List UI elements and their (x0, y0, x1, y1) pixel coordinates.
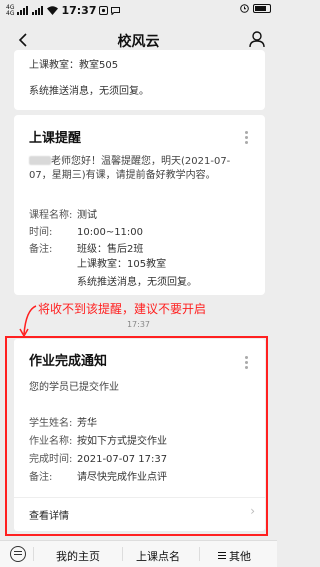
row-value: 2021-07-07 17:37 (77, 454, 168, 465)
menu-separator (33, 547, 34, 561)
reminder-text: 老师您好！温馨提醒您，明天(2021-07-07，星期三)有课，请提前备好教学内… (29, 156, 231, 181)
row-key: 时间: (29, 227, 53, 238)
message-timestamp: 17:37 (126, 320, 151, 329)
class-reminder-card[interactable]: 上课提醒 老师您好！温馨提醒您，明天(2021-07-07，星期三)有课，请提前… (14, 115, 265, 295)
classroom-row: 上课教室：105教室 (29, 255, 166, 270)
chevron-right-icon: › (250, 504, 255, 518)
bottom-menu-bar: 我的主页 上课点名 其他 (0, 540, 277, 567)
status-left: 4G 4G 17:37 (6, 4, 121, 17)
annotation-text: 将收不到该提醒，建议不要开启 (38, 302, 207, 316)
status-bar: 4G 4G 17:37 (0, 0, 277, 22)
status-time: 17:37 (61, 4, 97, 17)
menu-separator (199, 547, 200, 561)
system-note-row: 系统推送消息，无须回复。 (29, 273, 197, 288)
card-title: 上课提醒 (29, 131, 82, 146)
reminder-description: 老师您好！温馨提醒您，明天(2021-07-07，星期三)有课，请提前备好教学内… (29, 155, 251, 183)
menu-list-icon (218, 552, 226, 560)
row-key: 作业名称: (29, 436, 73, 447)
homework-name-row: 作业名称: 按如下方式提交作业 (29, 432, 167, 447)
app-notification-icon (99, 6, 109, 15)
alarm-icon (240, 4, 249, 13)
row-value: 10:00~11:00 (77, 227, 144, 238)
row-value: 测试 (77, 210, 97, 221)
battery-icon (253, 4, 271, 13)
student-name-row: 学生姓名: 芳华 (29, 414, 97, 429)
row-key: 备注: (29, 472, 53, 483)
signal-group: 4G 4G (6, 4, 15, 17)
signal-bars-2-icon (32, 6, 44, 15)
previous-message-card: 上课教室：教室505 系统推送消息，无须回复。 (14, 50, 265, 110)
menu-separator (122, 547, 123, 561)
row-value: 请尽快完成作业点评 (77, 472, 167, 483)
system-note-row: 系统推送消息，无须回复。 (29, 82, 149, 97)
row-value: 系统推送消息，无须回复。 (77, 277, 197, 288)
row-value: 上课教室：教室505 (29, 60, 119, 71)
status-right (240, 4, 271, 13)
row-key: 课程名称: (29, 210, 73, 221)
row-value: 班级：售后2班 (77, 244, 144, 255)
remark-row: 备注: 班级：售后2班 (29, 240, 143, 255)
menu-label: 上课点名 (136, 550, 180, 563)
wifi-icon (47, 6, 59, 15)
keyboard-icon[interactable] (10, 546, 26, 562)
row-value: 系统推送消息，无须回复。 (29, 86, 149, 97)
row-value: 按如下方式提交作业 (77, 436, 167, 447)
menu-other[interactable]: 其他 (218, 548, 251, 564)
row-key: 备注: (29, 244, 53, 255)
menu-my-homepage[interactable]: 我的主页 (56, 548, 100, 564)
course-name-row: 课程名称: 测试 (29, 206, 97, 221)
completion-time-row: 完成时间: 2021-07-07 17:37 (29, 450, 167, 465)
signal-bars-icon (17, 6, 29, 15)
card-divider (14, 497, 265, 498)
menu-class-roll-call[interactable]: 上课点名 (136, 548, 180, 564)
row-key: 完成时间: (29, 454, 73, 465)
row-key: 学生姓名: (29, 418, 73, 429)
menu-label: 我的主页 (56, 550, 100, 563)
homework-notification-card[interactable]: 作业完成通知 您的学员已提交作业 学生姓名: 芳华 作业名称: 按如下方式提交作业 … (14, 339, 265, 531)
page-title: 校风云 (117, 34, 160, 50)
homework-subtitle: 您的学员已提交作业 (29, 382, 119, 393)
time-row: 时间: 10:00~11:00 (29, 223, 143, 238)
row-value: 上课教室：105教室 (77, 259, 167, 270)
row-value: 芳华 (77, 418, 97, 429)
menu-label: 其他 (229, 550, 251, 563)
more-options-icon[interactable] (245, 356, 249, 369)
person-icon[interactable] (247, 29, 267, 49)
view-details-link[interactable]: 查看详情 (29, 507, 69, 522)
card-title: 作业完成通知 (29, 354, 108, 369)
message-icon (111, 7, 121, 15)
signal-label-2: 4G (6, 9, 15, 17)
remark-row: 备注: 请尽快完成作业点评 (29, 468, 167, 483)
blurred-name (29, 156, 51, 165)
classroom-row: 上课教室：教室505 (29, 56, 118, 71)
more-options-icon[interactable] (245, 131, 249, 144)
